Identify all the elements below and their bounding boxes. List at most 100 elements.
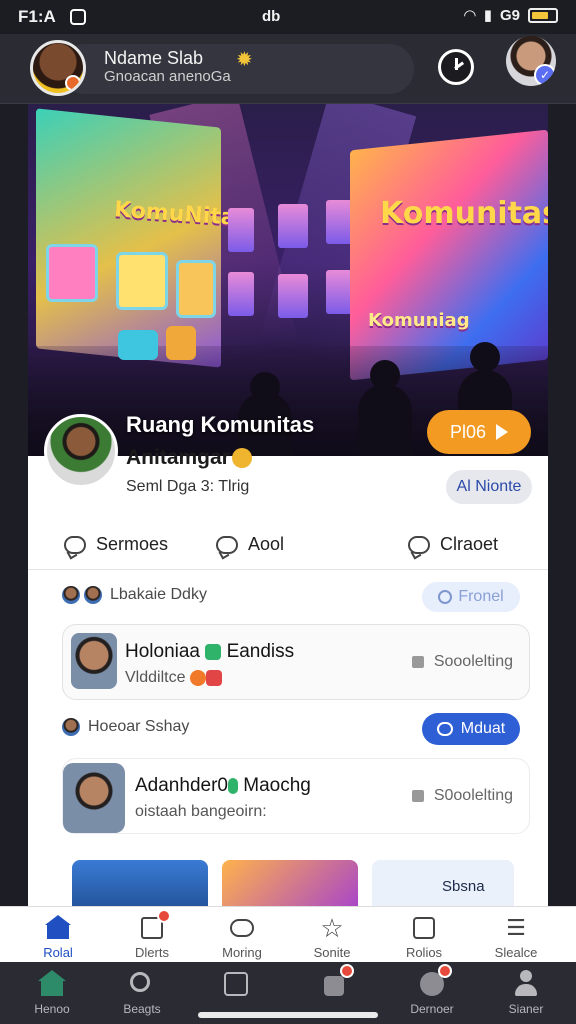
wall-panel: [228, 208, 254, 252]
status-carrier: db: [262, 8, 281, 25]
chat-icon: [436, 722, 453, 736]
poster-tile: [46, 244, 98, 302]
feed-row-label: Hoeoar Sshay: [88, 718, 190, 735]
list-item-status: S0oolelting: [411, 787, 513, 805]
nav-label: Henoo: [34, 1002, 70, 1016]
list-item-sub: oistaah bangeoirn:: [135, 803, 267, 820]
name-suffix: Eandiss: [226, 641, 295, 662]
nav-item-rolal[interactable]: Rolal: [18, 913, 98, 960]
status-badge: [65, 75, 81, 91]
follow-button[interactable]: Al Nionte: [446, 470, 532, 504]
play-icon: [496, 424, 509, 440]
tab-clraoet[interactable]: Clraoet: [408, 534, 498, 555]
nav-item-rolios[interactable]: Rolios: [384, 913, 464, 960]
list-item-name: Holoniaa Eandiss: [125, 641, 294, 663]
community-title-line2-text: Anitamgar: [126, 446, 230, 469]
home-icon: [38, 970, 66, 998]
button-label: Fronel: [458, 588, 504, 605]
poster-title-right: Komunitas: [380, 196, 548, 231]
notification-badge: [340, 964, 354, 978]
thumbnail[interactable]: Sbsna: [372, 860, 514, 906]
sun-icon: ✹: [236, 49, 253, 71]
thumbnail-label: Sbsna: [442, 878, 485, 895]
tab-bar: Sermoes Aool Clraoet: [28, 520, 548, 570]
wall-panel: [326, 270, 352, 314]
alerts-icon: [139, 909, 171, 941]
status-text: Sooolelting: [433, 653, 513, 670]
nav-label: Sonite: [313, 945, 351, 960]
notification-icon: [69, 9, 86, 25]
list-item[interactable]: Adanhder0 Maochg oistaah bangeoirn: S0oo…: [62, 758, 530, 834]
status-square-icon: [411, 656, 424, 668]
star-icon: ☆: [320, 913, 344, 943]
list-item-sub: Vlddiltce: [125, 669, 222, 687]
play-button[interactable]: Pl06: [427, 410, 531, 454]
list-item[interactable]: Holoniaa Eandiss Vlddiltce Sooolelting: [62, 624, 530, 700]
user-avatar[interactable]: [30, 40, 86, 96]
wall-panel: [228, 272, 254, 316]
nav-label: Rolios: [405, 945, 443, 960]
notification-badge: [438, 964, 452, 978]
name-suffix: Maochg: [243, 775, 311, 796]
nav-item-beagts[interactable]: Beagts: [102, 970, 182, 1016]
avatar: [62, 586, 80, 604]
tab-aool[interactable]: Aool: [216, 534, 284, 555]
hero-banner[interactable]: KomuNitas Komunitas Komuniag: [28, 104, 548, 456]
feed-row-header: Lbakaie Ddky: [62, 586, 207, 604]
avatar: [63, 763, 125, 833]
search-icon: [128, 970, 156, 998]
wifi-icon: ◠: [464, 7, 476, 24]
feed-row-label: Lbakaie Ddky: [110, 586, 207, 603]
feed-row-header: Hoeoar Sshay: [62, 718, 189, 736]
notification-badge: [157, 909, 171, 923]
bag-icon: [320, 964, 354, 998]
mduat-button[interactable]: Mduat: [422, 713, 520, 745]
nav-item-moring[interactable]: Moring: [202, 913, 282, 960]
thumbnail[interactable]: [72, 860, 208, 906]
wall-panel: [278, 274, 308, 318]
nav-item-edit[interactable]: [196, 970, 276, 1002]
bottom-nav-primary: Rolal Dlerts Moring ☆ Sonite Rolios ☰ Sl…: [0, 906, 576, 962]
verified-badge-icon: ✓: [534, 64, 556, 86]
poster-tile: [116, 252, 168, 310]
avatar: [71, 633, 117, 689]
gift-icon: [205, 669, 222, 686]
nav-label: Moring: [222, 945, 262, 960]
nav-item-sianer[interactable]: Sianer: [486, 970, 566, 1016]
sub-text: Vlddiltce: [125, 669, 186, 686]
thumbnail[interactable]: [222, 860, 358, 906]
status-square-icon: [411, 790, 424, 802]
signal-icon: ▮: [483, 7, 492, 24]
nav-item-slealce[interactable]: ☰ Slealce: [476, 913, 556, 960]
home-indicator[interactable]: [198, 1012, 378, 1018]
smile-emoji-icon: [231, 448, 252, 469]
friend-avatar[interactable]: ✓: [506, 36, 556, 86]
fronel-button[interactable]: Fronel: [422, 582, 520, 612]
edit-icon: [222, 970, 250, 998]
poster-subtitle-right: Komuniag: [368, 310, 470, 331]
nav-label: Rolal: [43, 945, 73, 960]
sticker-icon: [227, 777, 238, 794]
community-avatar[interactable]: [44, 414, 118, 488]
nav-item-dlerts[interactable]: Dlerts: [112, 909, 192, 960]
clock-icon[interactable]: [438, 49, 474, 85]
sticker-icon: [205, 643, 222, 660]
nav-item-sonite[interactable]: ☆ Sonite: [292, 913, 372, 960]
list-item-name: Adanhder0 Maochg: [135, 775, 311, 797]
nav-item-dernoer[interactable]: Dernoer: [392, 964, 472, 1016]
audience-head: [250, 372, 280, 402]
comment-icon: [216, 535, 238, 554]
list-item-status: Sooolelting: [411, 653, 513, 671]
status-network: G9: [499, 6, 520, 24]
play-button-label: Pl06: [449, 421, 487, 442]
status-text: S0oolelting: [433, 787, 513, 804]
avatar: [62, 718, 80, 736]
nav-item-henoo[interactable]: Henoo: [12, 970, 92, 1016]
audience-head: [470, 342, 500, 372]
tab-sermoes[interactable]: Sermoes: [64, 534, 168, 555]
audience-silhouette: [358, 384, 412, 456]
tab-label: Sermoes: [96, 534, 169, 554]
user-badge-icon: [418, 964, 452, 998]
nav-item-bag[interactable]: [294, 964, 374, 1002]
nav-label: Beagts: [123, 1002, 161, 1016]
